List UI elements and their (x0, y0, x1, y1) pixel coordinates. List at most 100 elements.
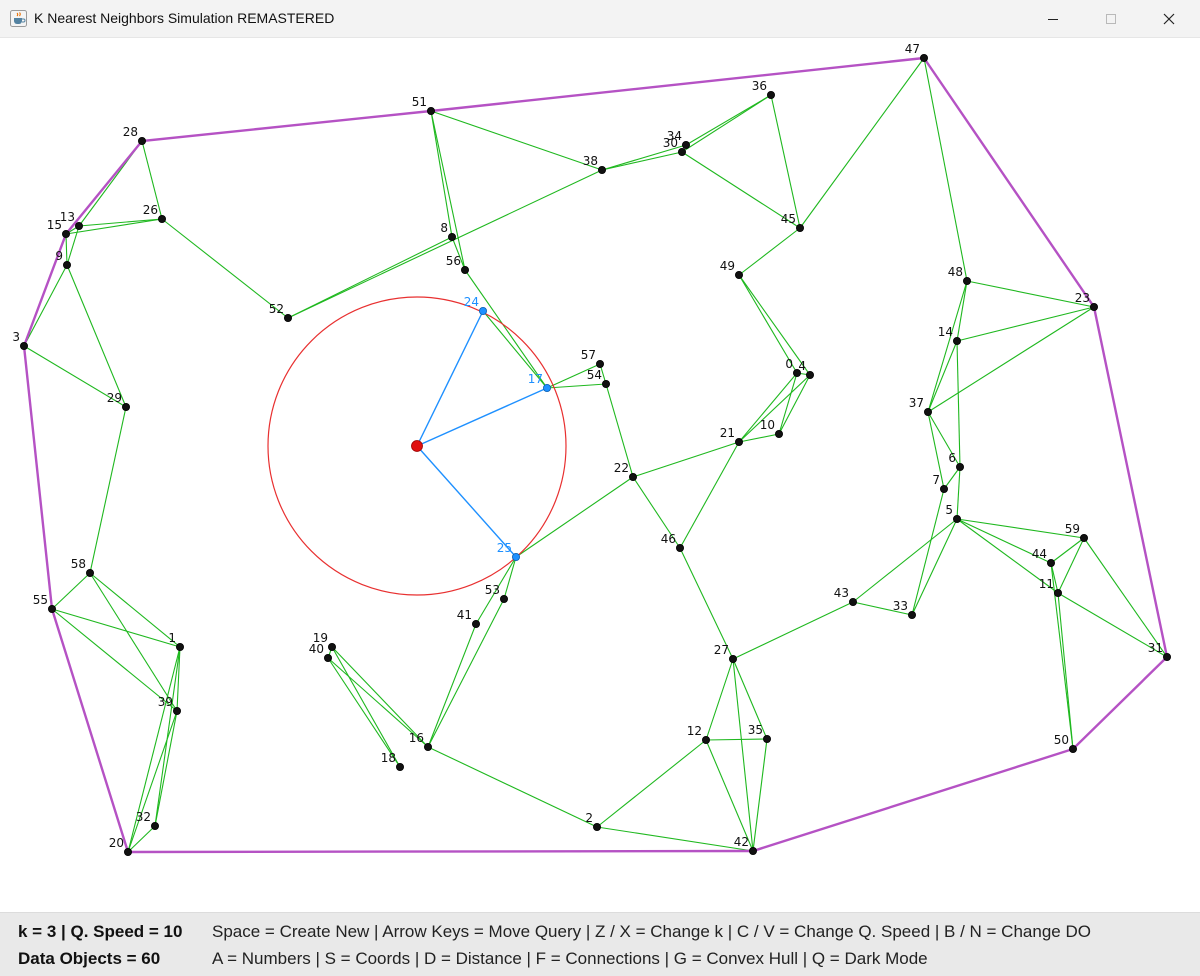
data-point-40[interactable] (323, 654, 332, 663)
data-point-20[interactable] (124, 848, 133, 857)
point-label-49: 49 (720, 259, 735, 273)
data-point-50[interactable] (1069, 745, 1078, 754)
data-point-51[interactable] (426, 107, 435, 116)
point-label-32: 32 (136, 810, 151, 824)
data-point-37[interactable] (924, 407, 933, 416)
point-label-41: 41 (457, 608, 472, 622)
data-point-27[interactable] (729, 655, 738, 664)
data-point-45[interactable] (796, 223, 805, 232)
convex-hull (22, 56, 1169, 854)
controls-help-row1: Space = Create New | Arrow Keys = Move Q… (212, 922, 1091, 941)
data-point-1[interactable] (175, 643, 184, 652)
data-point-21[interactable] (735, 437, 744, 446)
data-point-28[interactable] (137, 137, 146, 146)
data-point-54[interactable] (602, 379, 611, 388)
data-point-22[interactable] (629, 472, 638, 481)
data-point-34[interactable] (682, 141, 691, 150)
point-label-38: 38 (583, 154, 598, 168)
data-point-39[interactable] (172, 707, 181, 716)
data-point-53[interactable] (499, 595, 508, 604)
data-point-10[interactable] (775, 429, 784, 438)
maximize-button[interactable] (1082, 0, 1140, 38)
point-label-21: 21 (720, 426, 735, 440)
data-point-57[interactable] (596, 359, 605, 368)
data-point-46[interactable] (676, 543, 685, 552)
point-label-9: 9 (55, 249, 63, 263)
data-point-30[interactable] (678, 148, 687, 157)
edge-21-22 (632, 441, 740, 478)
point-label-8: 8 (440, 221, 448, 235)
edge-41-16 (427, 623, 477, 748)
data-point-47[interactable] (920, 53, 929, 62)
point-label-22: 22 (614, 461, 629, 475)
data-point-11[interactable] (1054, 589, 1063, 598)
data-point-23[interactable] (1090, 302, 1099, 311)
minimize-icon (1048, 19, 1058, 20)
data-point-14[interactable] (953, 336, 962, 345)
close-button[interactable] (1140, 0, 1198, 38)
edge-9-29 (66, 264, 127, 408)
data-point-38[interactable] (598, 165, 607, 174)
window-title: K Nearest Neighbors Simulation REMASTERE… (34, 10, 335, 26)
edge-37-23 (927, 306, 1095, 413)
data-point-25[interactable] (512, 553, 521, 562)
data-point-7[interactable] (940, 484, 949, 493)
data-point-43[interactable] (849, 598, 858, 607)
data-point-55[interactable] (48, 605, 57, 614)
data-point-58[interactable] (86, 569, 95, 578)
point-label-6: 6 (948, 451, 956, 465)
controls-help-row2: A = Numbers | S = Coords | D = Distance … (212, 949, 928, 968)
data-point-3[interactable] (19, 341, 28, 350)
edge-2-12 (596, 739, 707, 828)
data-point-19[interactable] (327, 643, 336, 652)
data-point-8[interactable] (447, 232, 456, 241)
data-point-26[interactable] (157, 214, 166, 223)
title-bar[interactable]: K Nearest Neighbors Simulation REMASTERE… (0, 0, 1200, 38)
data-point-52[interactable] (283, 313, 292, 322)
point-label-40: 40 (309, 642, 324, 656)
data-point-32[interactable] (150, 822, 159, 831)
data-point-24[interactable] (478, 306, 487, 315)
edge-27-12 (705, 658, 734, 741)
point-label-59: 59 (1065, 522, 1080, 536)
query-point[interactable] (411, 440, 423, 452)
edge-58-1 (89, 572, 181, 648)
data-point-33[interactable] (908, 611, 917, 620)
edge-16-2 (427, 746, 598, 828)
simulation-canvas[interactable]: 0123456789101112131415161718192021222324… (0, 38, 1200, 912)
data-point-18[interactable] (395, 763, 404, 772)
data-point-56[interactable] (460, 265, 469, 274)
point-label-39: 39 (158, 695, 173, 709)
data-point-49[interactable] (735, 270, 744, 279)
point-label-54: 54 (587, 368, 602, 382)
point-label-44: 44 (1032, 547, 1047, 561)
data-point-6[interactable] (956, 462, 965, 471)
data-point-17[interactable] (543, 383, 552, 392)
minimize-button[interactable] (1024, 0, 1082, 38)
data-point-42[interactable] (749, 847, 758, 856)
data-point-13[interactable] (75, 221, 84, 230)
data-point-35[interactable] (763, 735, 772, 744)
data-point-36[interactable] (767, 91, 776, 100)
point-label-3: 3 (12, 330, 20, 344)
data-point-9[interactable] (63, 260, 72, 269)
point-label-53: 53 (485, 583, 500, 597)
data-point-4[interactable] (806, 370, 815, 379)
point-label-45: 45 (781, 212, 796, 226)
data-point-2[interactable] (593, 823, 602, 832)
point-label-16: 16 (409, 731, 424, 745)
data-point-31[interactable] (1163, 653, 1172, 662)
data-point-41[interactable] (471, 620, 480, 629)
data-point-5[interactable] (953, 514, 962, 523)
data-point-15[interactable] (62, 229, 71, 238)
data-point-44[interactable] (1047, 559, 1056, 568)
data-point-29[interactable] (122, 402, 131, 411)
point-labels: 0123456789101112131415161718192021222324… (12, 42, 1163, 850)
data-point-59[interactable] (1080, 533, 1089, 542)
data-point-12[interactable] (702, 736, 711, 745)
edge-43-5 (852, 518, 958, 603)
edge-36-45 (770, 94, 801, 229)
edge-45-49 (738, 227, 801, 276)
data-point-48[interactable] (963, 276, 972, 285)
data-point-16[interactable] (423, 743, 432, 752)
